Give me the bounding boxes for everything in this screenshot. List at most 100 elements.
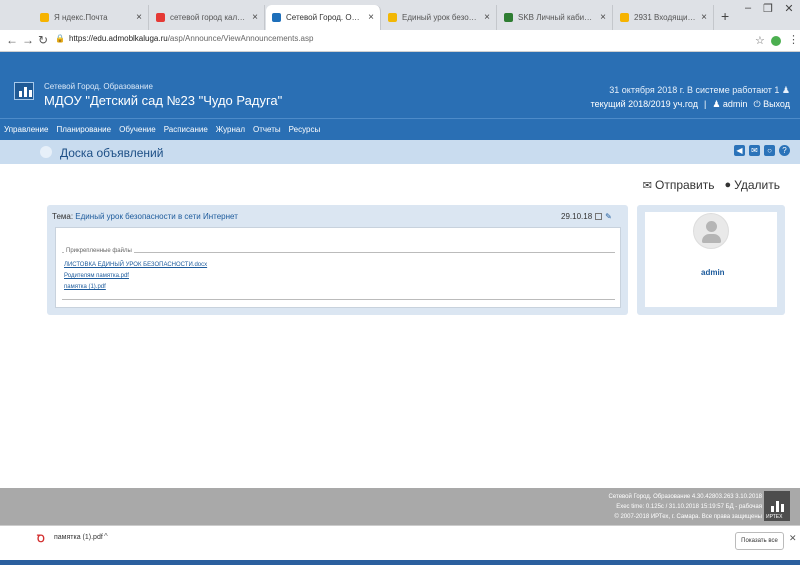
attachments-legend: Прикрепленные файлы bbox=[64, 248, 134, 254]
mail-icon bbox=[620, 13, 629, 22]
back-arrow-icon[interactable]: ← bbox=[6, 33, 18, 47]
mail-icon bbox=[40, 13, 49, 22]
tab-title: 2931 Входящие — Яндекс.По... bbox=[634, 13, 697, 22]
chevron-up-icon[interactable]: ^ bbox=[104, 532, 108, 541]
avatar bbox=[693, 213, 729, 249]
delete-button[interactable]: ● Удалить bbox=[725, 178, 780, 192]
url-path: /asp/Announce/ViewAnnouncements.asp bbox=[167, 34, 314, 43]
logo-bar bbox=[771, 506, 774, 512]
footer-info: Сетевой Город. Образование 4.30.42803.26… bbox=[609, 492, 762, 522]
extension-icon[interactable] bbox=[771, 36, 781, 46]
user-icon: ♟ bbox=[781, 85, 790, 95]
date-text: 29.10.18 bbox=[561, 212, 593, 221]
new-tab-button[interactable]: + bbox=[721, 8, 729, 24]
logo-bar bbox=[24, 87, 27, 97]
app-name: Сетевой Город. Образование bbox=[44, 82, 153, 91]
url-field[interactable]: 🔒 https://edu.admoblkaluga.ru/asp/Announc… bbox=[55, 34, 313, 43]
logo-bar bbox=[776, 501, 779, 512]
menu-item-planning[interactable]: Планирование bbox=[56, 125, 111, 134]
announcement-topic: Тема: Единый урок безопасности в сети Ин… bbox=[52, 212, 238, 221]
download-file-name[interactable]: памятка (1).pdf bbox=[54, 534, 103, 541]
minimize-icon[interactable]: – bbox=[738, 2, 758, 14]
vendor-logo: ИРТЕХ bbox=[764, 491, 790, 521]
close-icon[interactable]: × bbox=[368, 12, 374, 23]
menu-item-management[interactable]: Управление bbox=[4, 125, 48, 134]
bookmark-star-icon[interactable]: ☆ bbox=[755, 34, 765, 47]
browser-tab[interactable]: Я ндекс.Почта × bbox=[34, 5, 149, 30]
browser-tab-active[interactable]: Сетевой Город. Образовани... × bbox=[266, 5, 381, 30]
show-all-button[interactable]: Показать все bbox=[735, 532, 784, 550]
tab-title: Сетевой Город. Образовани... bbox=[286, 13, 364, 22]
tab-title: Я ндекс.Почта bbox=[54, 13, 108, 22]
chat-icon[interactable]: ○ bbox=[764, 145, 775, 156]
author-name[interactable]: admin bbox=[701, 268, 725, 277]
page-tools: ◀ ✉ ○ ? bbox=[734, 145, 790, 156]
avatar-body bbox=[702, 234, 721, 243]
logout-label: Выход bbox=[763, 99, 790, 109]
attachment-link[interactable]: памятка (1).pdf bbox=[64, 284, 106, 290]
topic-label: Тема: bbox=[52, 212, 74, 221]
topic-link[interactable]: Единый урок безопасности в сети Интернет bbox=[75, 212, 238, 221]
footer-exec-time: Exec time: 0.125c / 31.10.2018 15:19:57 … bbox=[616, 504, 762, 510]
announcement-date: 29.10.18 ✎ bbox=[561, 212, 612, 221]
date-line: 31 октября 2018 г. В системе работают 1 bbox=[609, 85, 780, 95]
logo-bar bbox=[29, 90, 32, 97]
help-icon[interactable]: ? bbox=[779, 145, 790, 156]
tab-title: Единый урок безопасности в с... bbox=[402, 13, 480, 22]
attachment-link[interactable]: ЛИСТОВКА ЕДИНЫЙ УРОК БЕЗОПАСНОСТИ.docx bbox=[64, 262, 207, 268]
close-icon[interactable]: × bbox=[484, 12, 490, 23]
send-button[interactable]: ✉ Отправить bbox=[643, 178, 715, 192]
close-icon[interactable]: × bbox=[701, 12, 707, 23]
action-bar: ✉ Отправить ● Удалить bbox=[643, 178, 780, 192]
attachment-link[interactable]: Родителям памятка.pdf bbox=[64, 273, 129, 279]
back-icon[interactable] bbox=[40, 146, 52, 158]
tab-title: SKB Личный кабинет bbox=[518, 13, 597, 22]
lock-icon: 🔒 bbox=[55, 34, 65, 43]
edit-pencil-icon[interactable]: ✎ bbox=[605, 212, 612, 221]
tab-title: сетевой город калуга образо... bbox=[170, 13, 249, 22]
close-icon[interactable]: × bbox=[136, 12, 142, 23]
window-close-icon[interactable]: ✕ bbox=[779, 2, 799, 15]
avatar-head bbox=[706, 221, 717, 232]
header-user-row: текущий 2018/2019 уч.год | ♟ admin ⏻ Вых… bbox=[591, 99, 790, 110]
delete-icon: ● bbox=[724, 179, 732, 191]
browser-tab[interactable]: SKB Личный кабинет × bbox=[498, 5, 613, 30]
browser-menu-icon[interactable]: ⋮ bbox=[788, 33, 799, 46]
separator: | bbox=[704, 99, 707, 109]
select-checkbox[interactable] bbox=[595, 213, 603, 220]
main-menu: Управление Планирование Обучение Расписа… bbox=[0, 118, 800, 140]
browser-tab[interactable]: Единый урок безопасности в с... × bbox=[382, 5, 497, 30]
browser-tab[interactable]: сетевой город калуга образо... × bbox=[150, 5, 265, 30]
bank-icon bbox=[504, 13, 513, 22]
menu-item-journal[interactable]: Журнал bbox=[216, 125, 245, 134]
delete-label: Удалить bbox=[734, 178, 780, 192]
close-icon[interactable]: ✕ bbox=[789, 533, 797, 544]
menu-item-resources[interactable]: Ресурсы bbox=[289, 125, 321, 134]
pdf-file-icon: Ꝺ bbox=[37, 534, 45, 545]
menu-item-education[interactable]: Обучение bbox=[119, 125, 156, 134]
forward-arrow-icon[interactable]: → bbox=[22, 33, 34, 47]
site-icon bbox=[272, 13, 281, 22]
school-name: МДОУ "Детский сад №23 "Чудо Радуга" bbox=[44, 93, 283, 108]
menu-item-schedule[interactable]: Расписание bbox=[164, 125, 208, 134]
url-host: https://edu.admoblkaluga.ru bbox=[68, 34, 168, 43]
logo-bar bbox=[19, 91, 22, 97]
logo-text: ИРТЕХ bbox=[766, 514, 783, 520]
send-label: Отправить bbox=[655, 178, 715, 192]
envelope-icon: ✉ bbox=[642, 179, 652, 192]
reload-icon[interactable]: ↻ bbox=[38, 33, 48, 47]
close-icon[interactable]: × bbox=[252, 12, 258, 23]
announce-icon[interactable]: ◀ bbox=[734, 145, 745, 156]
school-year[interactable]: текущий 2018/2019 уч.год bbox=[591, 99, 698, 110]
close-icon[interactable]: × bbox=[600, 12, 606, 23]
date-status: 31 октября 2018 г. В системе работают 1 … bbox=[609, 85, 790, 96]
maximize-icon[interactable]: ❐ bbox=[758, 2, 778, 15]
footer-copyright: © 2007-2018 ИРТех, г. Самара. Все права … bbox=[614, 514, 762, 520]
logout-link[interactable]: ⏻ Выход bbox=[753, 99, 790, 110]
browser-tab[interactable]: 2931 Входящие — Яндекс.По... × bbox=[614, 5, 714, 30]
menu-item-reports[interactable]: Отчеты bbox=[253, 125, 281, 134]
app-logo bbox=[14, 82, 34, 100]
user-link[interactable]: ♟ admin bbox=[712, 99, 747, 110]
footer-version: Сетевой Город. Образование 4.30.42803.26… bbox=[608, 494, 762, 500]
mail-icon[interactable]: ✉ bbox=[749, 145, 760, 156]
